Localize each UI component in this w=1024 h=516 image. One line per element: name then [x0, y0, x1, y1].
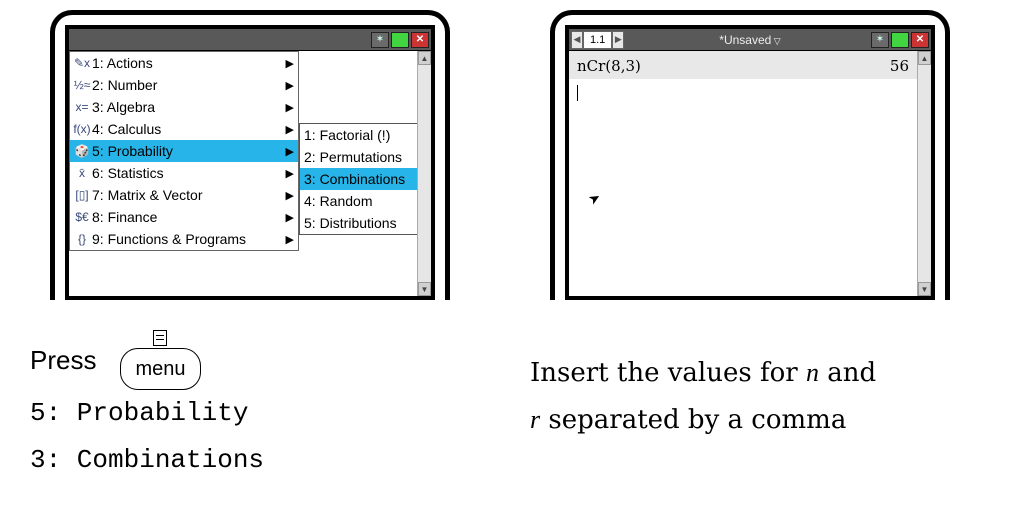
menu-area: ✎x 1: Actions ▶ ½≈ 2: Number ▶ x= 3: Alg…	[69, 51, 417, 296]
menu-item-statistics[interactable]: x̄ 6: Statistics ▶	[70, 162, 298, 184]
scrollbar[interactable]: ▲ ▼	[917, 51, 931, 296]
scroll-down-icon[interactable]: ▼	[918, 282, 931, 296]
submenu-arrow-icon: ▶	[286, 57, 296, 70]
calc-result: 56	[890, 57, 909, 75]
calc-entry-line[interactable]	[569, 79, 917, 105]
tab-page[interactable]: 1.1	[583, 31, 612, 49]
menu-item-label: 2: Number	[92, 77, 286, 93]
menu-item-functions[interactable]: {} 9: Functions & Programs ▶	[70, 228, 298, 250]
submenu-item-label: 4: Random	[304, 193, 426, 209]
screen-header-left: ✶ ✕	[69, 29, 431, 51]
submenu-item-label: 2: Permutations	[304, 149, 435, 165]
menu-item-label: 3: Algebra	[92, 99, 286, 115]
tab-prev-icon[interactable]: ◀	[571, 31, 583, 49]
caption-left: Press menu 5: Probability 3: Combination…	[30, 330, 470, 484]
submenu-arrow-icon: ▶	[286, 189, 296, 202]
menu-item-label: 9: Functions & Programs	[92, 231, 286, 247]
menu-item-number[interactable]: ½≈ 2: Number ▶	[70, 74, 298, 96]
screen-header-right: ◀ 1.1 ▶ *Unsaved ✶ ✕	[569, 29, 931, 51]
text-cursor-icon	[577, 85, 578, 101]
calculator-left: ✶ ✕ ✎x 1: Actions ▶ ½≈ 2:	[50, 10, 450, 300]
menu-item-label: 6: Statistics	[92, 165, 286, 181]
submenu-arrow-icon: ▶	[286, 123, 296, 136]
tab-next-icon[interactable]: ▶	[612, 31, 624, 49]
calculator-screen-right: ◀ 1.1 ▶ *Unsaved ✶ ✕ nCr(8,3) 56	[565, 25, 935, 300]
submenu-arrow-icon: ▶	[286, 145, 296, 158]
scroll-up-icon[interactable]: ▲	[918, 51, 931, 65]
caption-step-5: 5: Probability	[30, 390, 470, 437]
menu-item-label: 8: Finance	[92, 209, 286, 225]
menu-item-algebra[interactable]: x= 3: Algebra ▶	[70, 96, 298, 118]
submenu-arrow-icon: ▶	[286, 211, 296, 224]
var-n: n	[806, 358, 819, 387]
menu-key-label: menu	[120, 348, 200, 390]
main-menu: ✎x 1: Actions ▶ ½≈ 2: Number ▶ x= 3: Alg…	[69, 51, 299, 251]
menu-item-label: 7: Matrix & Vector	[92, 187, 286, 203]
calculus-icon: f(x)	[72, 122, 92, 136]
caption-text: separated by a comma	[540, 405, 846, 435]
submenu-arrow-icon: ▶	[286, 101, 296, 114]
settings-icon[interactable]: ✶	[871, 32, 889, 48]
submenu-item-combinations[interactable]: 3: Combinations	[300, 168, 435, 190]
algebra-icon: x=	[72, 100, 92, 114]
menu-item-finance[interactable]: $€ 8: Finance ▶	[70, 206, 298, 228]
mouse-cursor-icon: ➤	[431, 169, 435, 186]
menu-item-calculus[interactable]: f(x) 4: Calculus ▶	[70, 118, 298, 140]
close-icon[interactable]: ✕	[911, 32, 929, 48]
settings-icon[interactable]: ✶	[371, 32, 389, 48]
sub-menu-probability: 1: Factorial (!) 2: Permutations 3: Comb…	[299, 123, 435, 235]
submenu-arrow-icon: ▶	[286, 233, 296, 246]
calc-expression: nCr(8,3)	[577, 57, 641, 75]
functions-icon: {}	[72, 232, 92, 246]
calc-history-line[interactable]: nCr(8,3) 56	[569, 51, 917, 79]
caption-step-3: 3: Combinations	[30, 437, 470, 484]
submenu-item-random[interactable]: 4: Random ▶	[300, 190, 435, 212]
menu-item-actions[interactable]: ✎x 1: Actions ▶	[70, 52, 298, 74]
probability-icon: 🎲	[72, 144, 92, 158]
menu-item-probability[interactable]: 🎲 5: Probability ▶	[70, 140, 298, 162]
number-icon: ½≈	[72, 78, 92, 92]
battery-icon	[391, 32, 409, 48]
document-title[interactable]: *Unsaved	[719, 33, 780, 47]
scroll-up-icon[interactable]: ▲	[418, 51, 431, 65]
menu-item-matrix[interactable]: [▯] 7: Matrix & Vector ▶	[70, 184, 298, 206]
submenu-item-factorial[interactable]: 1: Factorial (!)	[300, 124, 435, 146]
actions-icon: ✎x	[72, 56, 92, 70]
menu-key: menu	[120, 330, 200, 390]
submenu-item-label: 1: Factorial (!)	[304, 127, 435, 143]
submenu-item-label: 5: Distributions	[304, 215, 426, 231]
caption-text: and	[819, 358, 876, 388]
press-label: Press	[30, 337, 96, 384]
submenu-item-distributions[interactable]: 5: Distributions ▶	[300, 212, 435, 234]
calculator-right: ◀ 1.1 ▶ *Unsaved ✶ ✕ nCr(8,3) 56	[550, 10, 950, 300]
submenu-arrow-icon: ▶	[286, 79, 296, 92]
finance-icon: $€	[72, 210, 92, 224]
caption-text: Insert the values for	[530, 358, 806, 388]
scroll-down-icon[interactable]: ▼	[418, 282, 431, 296]
menu-item-label: 4: Calculus	[92, 121, 286, 137]
statistics-icon: x̄	[72, 166, 92, 180]
battery-icon	[891, 32, 909, 48]
var-r: r	[530, 405, 540, 434]
submenu-arrow-icon: ▶	[286, 167, 296, 180]
menu-item-label: 5: Probability	[92, 143, 286, 159]
matrix-icon: [▯]	[72, 188, 92, 202]
mouse-cursor-icon: ➤	[586, 189, 604, 209]
menu-item-label: 1: Actions	[92, 55, 286, 71]
document-body[interactable]: nCr(8,3) 56 ➤	[569, 51, 917, 296]
caption-right: Insert the values for n and r separated …	[530, 350, 970, 444]
menu-key-icon	[153, 330, 167, 346]
scrollbar[interactable]: ▲ ▼	[417, 51, 431, 296]
calculator-screen-left: ✶ ✕ ✎x 1: Actions ▶ ½≈ 2:	[65, 25, 435, 300]
close-icon[interactable]: ✕	[411, 32, 429, 48]
submenu-item-label: 3: Combinations	[304, 171, 435, 187]
submenu-item-permutations[interactable]: 2: Permutations	[300, 146, 435, 168]
